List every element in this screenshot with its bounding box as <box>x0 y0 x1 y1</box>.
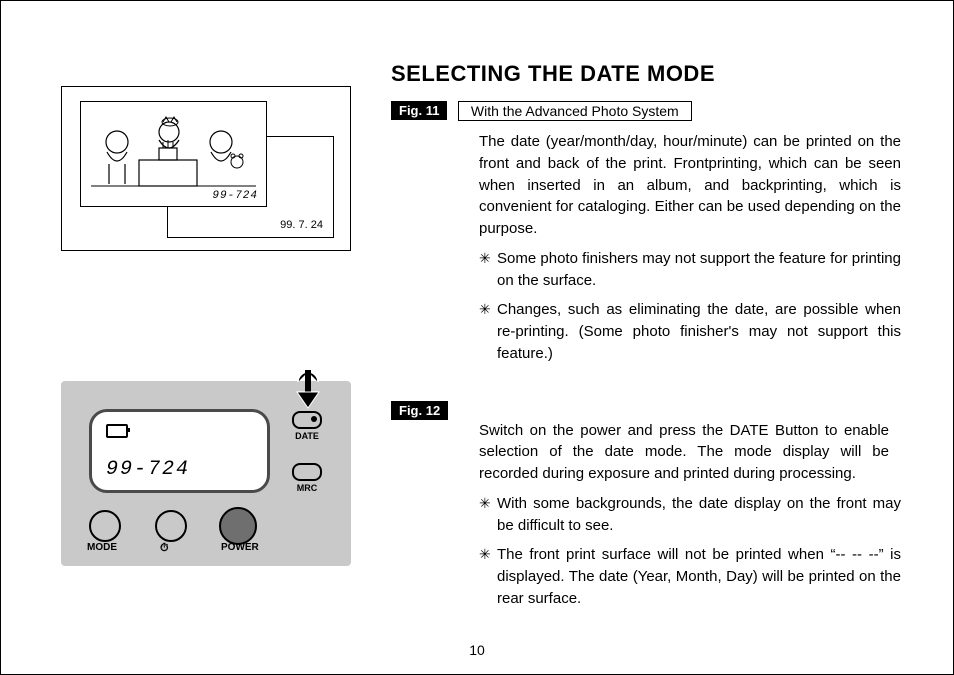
page-number: 10 <box>469 642 485 658</box>
mode-button[interactable] <box>89 510 121 542</box>
fig11-note-1: Some photo finishers may not support the… <box>479 248 901 292</box>
fig12-label: Fig. 12 <box>391 401 448 420</box>
battery-icon <box>106 424 128 438</box>
section-fig12: Fig. 12 Switch on the power and press th… <box>391 401 901 610</box>
fig11-label: Fig. 11 <box>391 101 447 120</box>
date-button-pill <box>292 411 322 429</box>
mrc-button-pill <box>292 463 322 481</box>
backprint-date: 99. 7. 24 <box>280 219 323 231</box>
date-button[interactable]: DATE <box>287 411 327 441</box>
figure-11: 99. 7. 24 <box>61 86 351 251</box>
fig12-paragraph: Switch on the power and press the DATE B… <box>479 420 889 485</box>
figure-12: 99-724 DATE MRC MODE ⏱ POWER <box>61 381 351 566</box>
power-button[interactable] <box>219 507 257 545</box>
manual-page: 99. 7. 24 <box>0 0 954 675</box>
mrc-button-label: MRC <box>287 483 327 493</box>
frontprint-date: 99-724 <box>212 190 258 202</box>
power-button-label: POWER <box>221 542 259 553</box>
lcd-display: 99-724 <box>89 409 270 493</box>
photo-front-print: 99-724 <box>80 101 267 207</box>
fig12-note-2: The front print surface will not be prin… <box>479 544 901 609</box>
fig11-note-2: Changes, such as eliminating the date, a… <box>479 299 901 364</box>
arrow-to-date-button <box>293 370 323 412</box>
page-title: SELECTING THE DATE MODE <box>391 61 901 87</box>
fig12-note-1: With some backgrounds, the date display … <box>479 493 901 537</box>
fig11-paragraph: The date (year/month/day, hour/minute) c… <box>479 131 901 240</box>
figures-column: 99. 7. 24 <box>61 86 351 566</box>
section-fig11: Fig. 11 With the Advanced Photo System T… <box>391 101 901 365</box>
date-button-label: DATE <box>287 431 327 441</box>
buttons-row: MODE ⏱ POWER <box>89 510 289 554</box>
self-timer-button[interactable] <box>155 510 187 542</box>
text-column: SELECTING THE DATE MODE Fig. 11 With the… <box>391 61 901 610</box>
lcd-date-readout: 99-724 <box>106 460 190 480</box>
aps-subheading: With the Advanced Photo System <box>458 101 692 121</box>
mrc-button[interactable]: MRC <box>287 463 327 493</box>
mode-button-label: MODE <box>87 542 117 553</box>
self-timer-icon: ⏱ <box>160 542 169 555</box>
